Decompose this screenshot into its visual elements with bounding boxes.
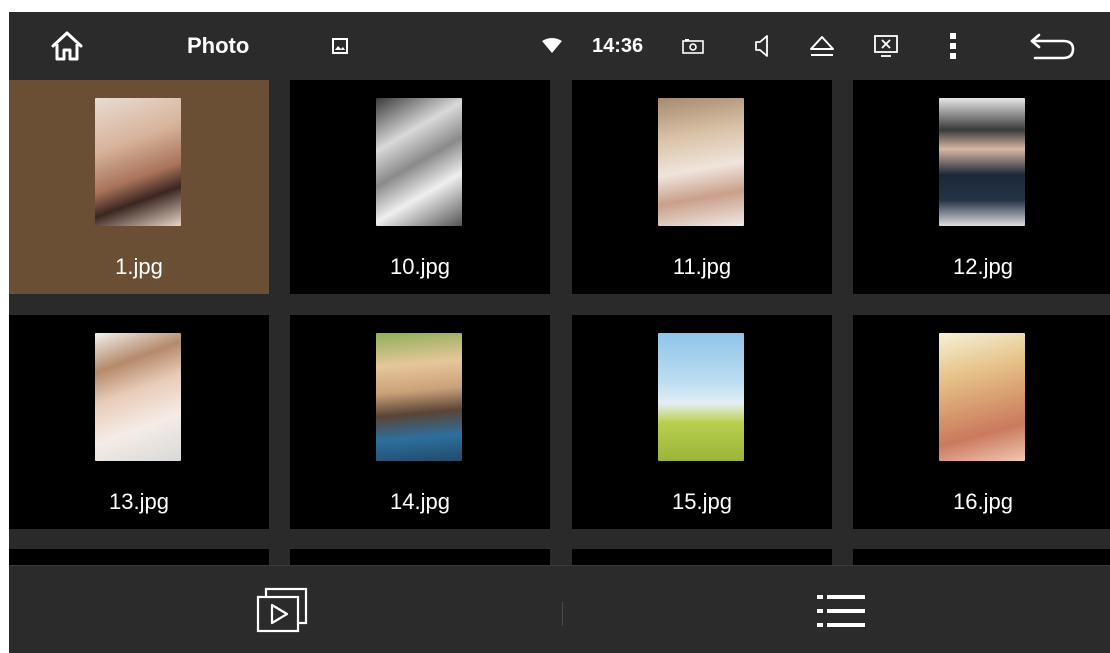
photo-tile-partial[interactable] (572, 549, 832, 565)
photo-tile[interactable]: 10.jpg (290, 80, 550, 294)
close-screen-icon[interactable] (872, 32, 900, 60)
photo-filename: 12.jpg (953, 254, 1013, 279)
photo-tile-partial[interactable] (853, 549, 1110, 565)
clock: 14:36 (592, 34, 644, 57)
photo-filename: 1.jpg (115, 254, 163, 279)
photo-thumbnail (939, 333, 1025, 461)
back-icon[interactable] (1027, 28, 1079, 64)
photo-filename: 11.jpg (672, 254, 732, 279)
eject-icon[interactable] (807, 32, 837, 60)
photo-filename: 16.jpg (953, 489, 1013, 514)
photo-tile-partial[interactable] (9, 549, 269, 565)
photo-thumbnail (376, 333, 462, 461)
photo-app-screen: Photo 14:36 1.jpg 10.jpg 11.jpg 12.jpg 1… (9, 12, 1110, 653)
app-title: Photo (187, 33, 250, 58)
photo-filename: 14.jpg (390, 489, 450, 514)
photo-tile[interactable]: 12.jpg (853, 80, 1110, 294)
gallery-icon (330, 36, 350, 56)
bottom-toolbar (9, 565, 1110, 653)
wifi-icon (541, 36, 563, 56)
photo-thumbnail (658, 333, 744, 461)
photo-thumbnail (939, 98, 1025, 226)
photo-grid: 1.jpg 10.jpg 11.jpg 12.jpg 13.jpg 14.jpg… (9, 80, 1110, 565)
photo-filename: 10.jpg (390, 254, 450, 279)
camera-icon[interactable] (681, 36, 705, 56)
photo-filename: 13.jpg (109, 489, 169, 514)
toolbar-divider (562, 602, 563, 626)
photo-tile[interactable]: 14.jpg (290, 315, 550, 529)
home-icon[interactable] (47, 26, 87, 66)
list-icon[interactable] (809, 586, 873, 636)
photo-tile[interactable]: 16.jpg (853, 315, 1110, 529)
slideshow-icon[interactable] (251, 584, 311, 638)
photo-thumbnail (95, 333, 181, 461)
photo-tile[interactable]: 1.jpg (9, 80, 269, 294)
photo-thumbnail (95, 98, 181, 226)
photo-tile-partial[interactable] (290, 549, 550, 565)
photo-tile[interactable]: 15.jpg (572, 315, 832, 529)
photo-thumbnail (376, 98, 462, 226)
top-bar: Photo 14:36 (9, 12, 1110, 80)
photo-thumbnail (658, 98, 744, 226)
photo-filename: 15.jpg (672, 489, 732, 514)
volume-icon[interactable] (752, 32, 774, 60)
more-vert-icon[interactable] (945, 30, 961, 62)
photo-tile[interactable]: 11.jpg (572, 80, 832, 294)
photo-tile[interactable]: 13.jpg (9, 315, 269, 529)
